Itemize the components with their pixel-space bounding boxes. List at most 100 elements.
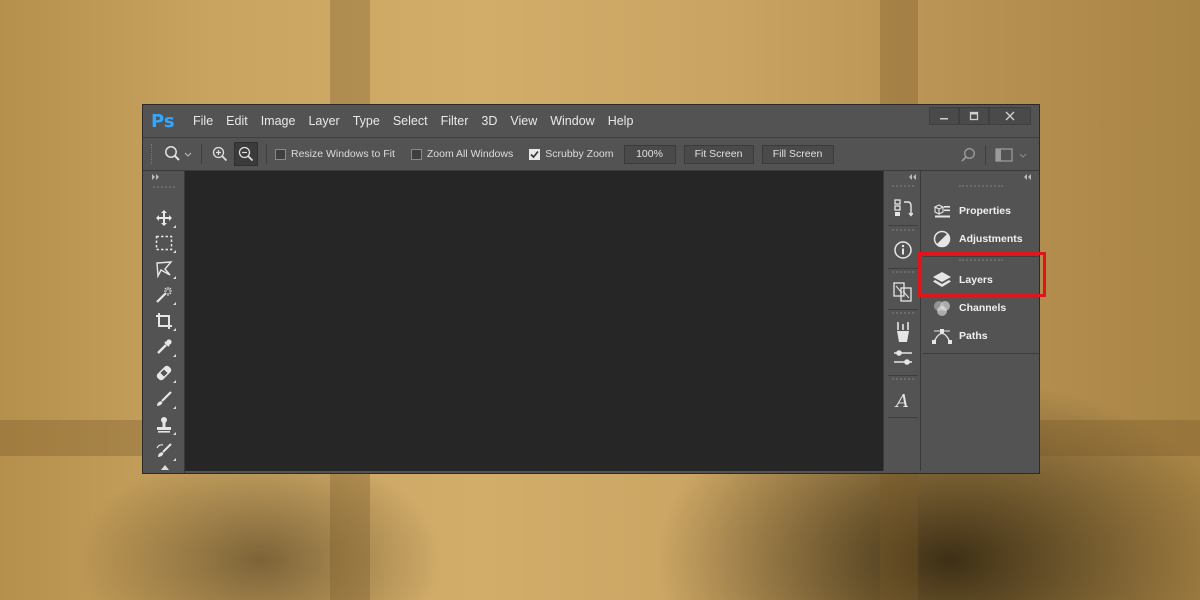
history-panel-button[interactable] [889,195,917,221]
healing-brush-tool[interactable] [151,362,177,384]
clone-stamp-tool[interactable] [151,414,177,436]
minimize-icon [940,118,948,120]
move-tool-icon [156,210,172,226]
tool-group-indicator [173,432,176,435]
crop-tool-icon [156,313,172,329]
zoom-all-windows-label: Zoom All Windows [426,148,514,160]
brush-tool-icon [157,391,172,406]
character-panel-button[interactable]: A [889,387,917,413]
resize-windows-checkbox[interactable] [275,148,286,160]
dock-divider [888,417,918,418]
panel-label: Channels [959,302,1007,314]
tool-preset-picker[interactable] [161,145,195,163]
brushes-panel-button[interactable] [889,319,917,345]
dock-grip[interactable] [892,312,914,315]
marquee-tool[interactable] [151,232,177,254]
dock-divider [888,309,918,310]
panel-label: Adjustments [959,233,1023,245]
close-button[interactable] [989,107,1031,125]
dock-grip[interactable] [892,271,914,274]
dock-divider [888,268,918,269]
menu-image[interactable]: Image [261,114,296,128]
move-tool[interactable] [151,207,177,229]
panels-grip[interactable] [959,185,1003,188]
zoom-out-button[interactable] [234,142,258,166]
eyedropper-tool-icon [157,339,172,354]
menu-help[interactable]: Help [608,114,634,128]
zoom-tool-icon [165,146,192,161]
scrubby-zoom-option[interactable]: Scrubby Zoom [529,148,614,160]
panels-column: Properties Adjustments Layers Channels P… [923,171,1039,471]
panel-properties[interactable]: Properties [931,199,1035,223]
menu-bar: Ps File Edit Image Layer Type Select Fil… [143,105,1039,137]
tool-group-indicator [173,354,176,357]
menu-view[interactable]: View [510,114,537,128]
search-button[interactable] [958,145,978,165]
tool-group-indicator [173,380,176,383]
document-canvas-area[interactable] [185,171,883,471]
clone-source-panel-button[interactable] [889,279,917,305]
tool-group-indicator [173,250,176,253]
resize-windows-label: Resize Windows to Fit [291,148,395,160]
zoom-in-button[interactable] [208,142,232,166]
restore-button[interactable] [959,107,989,125]
brush-settings-panel-button[interactable] [889,345,917,371]
layers-highlight-box [918,252,1046,297]
magic-wand-tool[interactable] [151,284,177,306]
lasso-tool[interactable] [151,258,177,280]
tool-group-indicator [173,458,176,461]
tool-group-indicator [173,302,176,305]
history-brush-tool[interactable] [151,440,177,462]
menu-edit[interactable]: Edit [226,114,248,128]
resize-windows-option[interactable]: Resize Windows to Fit [275,148,395,160]
dock-divider [888,375,918,376]
dock-grip[interactable] [892,378,914,381]
brushes-icon [897,322,909,342]
healing-brush-tool-icon [156,365,172,381]
zoom-all-windows-option[interactable]: Zoom All Windows [410,148,514,160]
options-bar-grip[interactable] [151,144,161,164]
divider [985,145,986,165]
panels-collapse-button[interactable] [1023,173,1033,183]
menu-file[interactable]: File [193,114,213,128]
menu-layer[interactable]: Layer [308,114,339,128]
eyedropper-tool[interactable] [151,336,177,358]
crop-tool[interactable] [151,310,177,332]
history-icon [894,199,913,217]
properties-icon [931,202,953,220]
magic-wand-tool-icon [156,287,172,303]
scrubby-zoom-checkbox[interactable] [529,148,541,160]
panel-label: Paths [959,330,988,342]
dock-grip[interactable] [892,229,914,232]
brush-settings-icon [894,350,912,365]
dock-collapse-button[interactable] [908,173,918,183]
zoom-percent-button[interactable]: 100% [623,144,676,164]
divider [201,144,202,164]
menu-type[interactable]: Type [353,114,380,128]
fill-screen-button[interactable]: Fill Screen [761,144,834,164]
menu-3d[interactable]: 3D [481,114,497,128]
panel-channels[interactable]: Channels [931,296,1035,320]
menu-window[interactable]: Window [550,114,594,128]
fit-screen-button[interactable]: Fit Screen [683,144,754,164]
collapse-panel-icon [909,174,916,180]
divider [266,144,267,164]
workspace-switcher[interactable] [993,145,1033,165]
info-panel-button[interactable] [889,237,917,263]
tool-group-indicator [173,225,176,228]
brush-tool[interactable] [151,388,177,410]
menu-select[interactable]: Select [393,114,428,128]
menu-filter[interactable]: Filter [441,114,469,128]
restore-icon [969,111,979,121]
dock-grip[interactable] [892,185,914,188]
panel-paths[interactable]: Paths [931,324,1035,348]
minimize-button[interactable] [929,107,959,125]
tools-collapse-button[interactable] [151,173,161,183]
lasso-tool-icon [156,261,173,278]
tools-scroll-indicator[interactable] [161,465,169,470]
zoom-all-windows-checkbox[interactable] [410,148,422,160]
photoshop-window: Ps File Edit Image Layer Type Select Fil… [142,104,1040,474]
tools-grip[interactable] [153,186,175,189]
adjustments-icon [931,230,953,248]
panel-adjustments[interactable]: Adjustments [931,227,1035,251]
